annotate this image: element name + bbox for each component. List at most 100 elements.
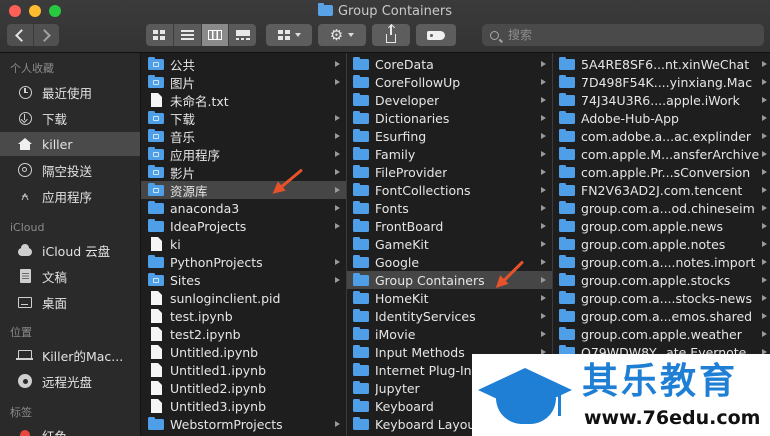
item-label: group.com.a....stocks-news	[581, 290, 753, 306]
folder-row[interactable]: CoreData	[347, 55, 552, 73]
sidebar-item-downloads[interactable]: 下载	[0, 106, 140, 130]
folder-row[interactable]: WebstormProjects	[141, 415, 346, 433]
folder-row[interactable]: group.com.a...od.chineseim	[553, 199, 770, 217]
folder-row[interactable]: CoreFollowUp	[347, 73, 552, 91]
folder-row[interactable]: HomeKit	[347, 289, 552, 307]
folder-row[interactable]: FN2V63AD2J.com.tencent	[553, 181, 770, 199]
folder-row[interactable]: Family	[347, 145, 552, 163]
file-row[interactable]: ki	[141, 235, 346, 253]
folder-row[interactable]: Developer	[347, 91, 552, 109]
tags-button[interactable]	[416, 24, 456, 46]
folder-row[interactable]: IdentityServices	[347, 307, 552, 325]
folder-row[interactable]: Sites	[141, 271, 346, 289]
folder-row[interactable]: PythonProjects	[141, 253, 346, 271]
folder-row[interactable]: iMovie	[347, 325, 552, 343]
forward-button[interactable]	[32, 24, 60, 46]
chevron-right-icon	[38, 28, 52, 42]
disclosure-arrow-icon	[335, 133, 340, 139]
column-view-button[interactable]	[200, 24, 229, 46]
folder-row[interactable]: Esurfing	[347, 127, 552, 145]
folder-row[interactable]: com.adobe.a...ac.explinder	[553, 127, 770, 145]
folder-row[interactable]: Dictionaries	[347, 109, 552, 127]
folder-row[interactable]: group.com.apple.stocks	[553, 271, 770, 289]
file-row[interactable]: test.ipynb	[141, 307, 346, 325]
file-row[interactable]: Untitled.ipynb	[141, 343, 346, 361]
folder-row[interactable]: 应用程序	[141, 145, 346, 163]
folder-row[interactable]: FileProvider	[347, 163, 552, 181]
sidebar-item-home[interactable]: killer	[0, 132, 140, 156]
folder-row[interactable]: group.com.a....notes.import	[553, 253, 770, 271]
browser-column-1[interactable]: 公共 图片 未命名.txt 下载 音乐 应用程序 影片资源库 anaconda3 IdeaPro…	[141, 53, 347, 436]
folder-row[interactable]: com.apple.Pr...sConversion	[553, 163, 770, 181]
folder-icon	[353, 201, 369, 214]
sidebar-item-label: 文稿	[42, 269, 68, 285]
folder-row[interactable]: group.com.apple.weather	[553, 325, 770, 343]
disclosure-arrow-icon	[335, 187, 340, 193]
item-label: 资源库	[170, 183, 208, 199]
folder-row[interactable]: anaconda3	[141, 199, 346, 217]
item-label: Untitled.ipynb	[170, 344, 259, 360]
folder-row[interactable]: 影片	[141, 163, 346, 181]
folder-row[interactable]: 公共	[141, 55, 346, 73]
folder-row[interactable]: 资源库	[141, 181, 346, 199]
sidebar-item-airdrop[interactable]: 隔空投送	[0, 158, 140, 182]
document-icon	[151, 363, 162, 377]
disclosure-arrow-icon	[762, 295, 767, 301]
folder-row[interactable]: 下载	[141, 109, 346, 127]
folder-row[interactable]: Group Containers	[347, 271, 552, 289]
disclosure-arrow-icon	[541, 313, 546, 319]
folder-row[interactable]: Fonts	[347, 199, 552, 217]
disclosure-arrow-icon	[541, 169, 546, 175]
file-row[interactable]: sunloginclient.pid	[141, 289, 346, 307]
folder-row[interactable]: GameKit	[347, 235, 552, 253]
folder-icon	[559, 111, 575, 124]
sidebar-item-this-mac[interactable]: Killer的Mac...	[0, 343, 140, 367]
sidebar-item-recents[interactable]: 最近使用	[0, 80, 140, 104]
folder-row[interactable]: Adobe-Hub-App	[553, 109, 770, 127]
folder-row[interactable]: 音乐	[141, 127, 346, 145]
window-title-text: Group Containers	[337, 4, 452, 19]
folder-row[interactable]: group.com.apple.notes	[553, 235, 770, 253]
search-input[interactable]	[508, 28, 748, 42]
sidebar-item-icloud-drive[interactable]: iCloud 云盘	[0, 238, 140, 262]
file-row[interactable]: test2.ipynb	[141, 325, 346, 343]
sidebar-item-label: 最近使用	[42, 85, 93, 101]
icon-view-button[interactable]	[146, 24, 173, 46]
group-by-button[interactable]	[266, 24, 312, 46]
folder-row[interactable]: IdeaProjects	[141, 217, 346, 235]
folder-row[interactable]: FrontBoard	[347, 217, 552, 235]
sidebar-item-label: 应用程序	[42, 189, 93, 205]
item-label: 5A4RE8SF6...nt.xinWeChat	[581, 56, 750, 72]
folder-row[interactable]: group.com.apple.news	[553, 217, 770, 235]
gallery-icon	[235, 30, 250, 40]
search-field[interactable]	[482, 24, 764, 46]
action-menu-button[interactable]: ⚙	[318, 24, 366, 46]
folder-row[interactable]: FontCollections	[347, 181, 552, 199]
file-row[interactable]: 未命名.txt	[141, 91, 346, 109]
sidebar-item-applications[interactable]: ⍲ 应用程序	[0, 184, 140, 208]
folder-row[interactable]: 5A4RE8SF6...nt.xinWeChat	[553, 55, 770, 73]
folder-row[interactable]: group.com.a...emos.shared	[553, 307, 770, 325]
folder-row[interactable]: group.com.a....stocks-news	[553, 289, 770, 307]
back-button[interactable]	[7, 24, 33, 46]
sidebar-item-remote-disc[interactable]: 远程光盘	[0, 369, 140, 393]
disclosure-arrow-icon	[762, 223, 767, 229]
file-row[interactable]: Untitled1.ipynb	[141, 361, 346, 379]
sidebar-item-desktop[interactable]: 桌面	[0, 290, 140, 314]
disclosure-arrow-icon	[541, 259, 546, 265]
folder-row[interactable]: 7D498F54K....yinxiang.Mac	[553, 73, 770, 91]
folder-row[interactable]: 图片	[141, 73, 346, 91]
file-row[interactable]: Untitled2.ipynb	[141, 379, 346, 397]
folder-icon	[353, 417, 369, 430]
list-view-button[interactable]	[172, 24, 201, 46]
disclosure-arrow-icon	[335, 259, 340, 265]
folder-icon	[353, 273, 369, 286]
folder-row[interactable]: com.apple.M...ansferArchive	[553, 145, 770, 163]
file-row[interactable]: Untitled3.ipynb	[141, 397, 346, 415]
sidebar-item-tag-red[interactable]: 红色	[0, 423, 140, 436]
folder-row[interactable]: 74J34U3R6....apple.iWork	[553, 91, 770, 109]
item-label: Untitled1.ipynb	[170, 362, 267, 378]
gallery-view-button[interactable]	[228, 24, 256, 46]
sidebar-item-documents[interactable]: 文稿	[0, 264, 140, 288]
share-button[interactable]	[372, 24, 410, 46]
